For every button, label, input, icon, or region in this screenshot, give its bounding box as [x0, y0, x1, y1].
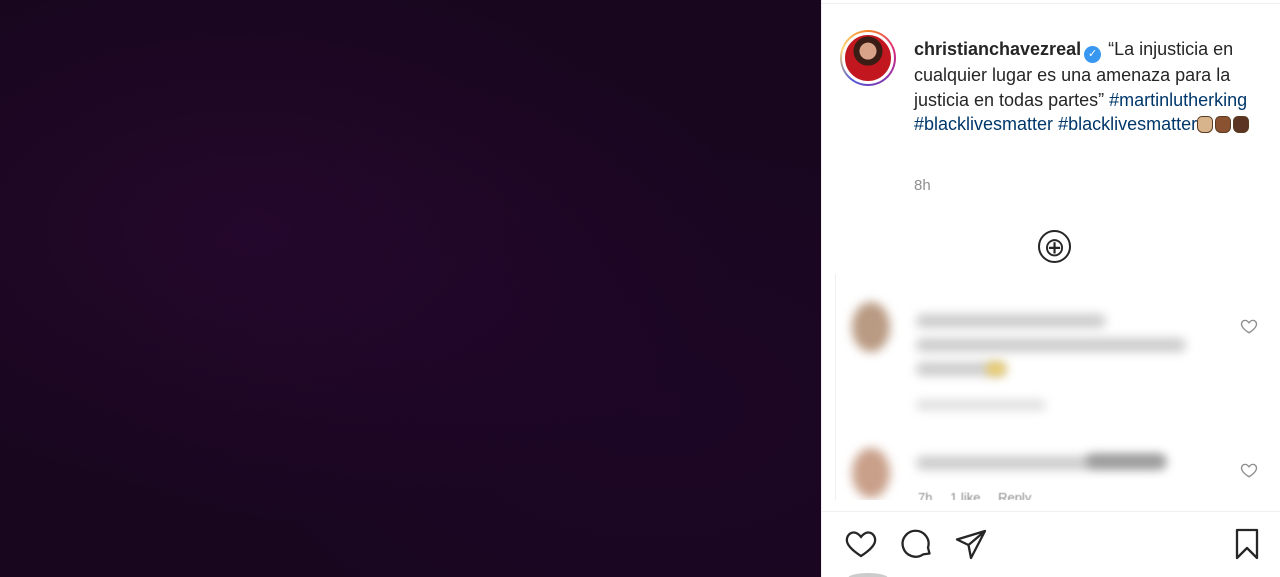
heart-icon[interactable]: [1240, 317, 1258, 335]
comment-time[interactable]: 7h: [918, 490, 932, 500]
caption-username[interactable]: christianchavezreal: [914, 39, 1081, 59]
post-caption: christianchavezreal ✓ “La injusticia en c…: [914, 37, 1259, 137]
avatar[interactable]: [852, 302, 890, 352]
blurred-emoji: [986, 362, 1006, 376]
reply-button[interactable]: Reply: [998, 490, 1031, 500]
raised-fist-icon: [1233, 116, 1250, 133]
blurred-text: [916, 314, 1106, 328]
comment-item: 7h 1 like Reply: [836, 434, 1266, 500]
heart-icon[interactable]: [1240, 461, 1258, 479]
comment-meta: 7h 1 like Reply: [918, 490, 1045, 500]
hashtag-link[interactable]: #martinlutherking: [1109, 90, 1247, 110]
comment-icon[interactable]: [900, 527, 934, 561]
comment-item: [836, 274, 1266, 424]
paper-plane-icon[interactable]: [954, 527, 988, 561]
plus-circle-icon: ⊕: [1043, 231, 1066, 262]
hashtag-link[interactable]: #blacklivesmatter: [1058, 114, 1197, 134]
divider: [822, 511, 1280, 512]
hashtag-link[interactable]: #blacklivesmatter: [914, 114, 1053, 134]
avatar: [848, 573, 888, 577]
raised-fist-icon: [1215, 116, 1232, 133]
raised-fist-icon: [1197, 116, 1214, 133]
divider: [822, 3, 1280, 4]
avatar-image: [842, 32, 894, 84]
heart-icon[interactable]: [844, 527, 878, 561]
verified-badge-icon: ✓: [1084, 46, 1102, 63]
blurred-emoji: [1086, 454, 1166, 468]
comments-list: 7h 1 like Reply: [835, 274, 1280, 500]
post-timestamp[interactable]: 8h: [914, 177, 931, 194]
load-more-comments-button[interactable]: ⊕: [1038, 230, 1071, 263]
blurred-text: [916, 338, 1186, 352]
avatar[interactable]: [852, 448, 890, 498]
blurred-meta: [916, 400, 1046, 410]
caption-avatar[interactable]: [840, 30, 896, 86]
post-side-panel: christianchavezreal ✓ “La injusticia en c…: [821, 0, 1280, 577]
post-media[interactable]: [0, 0, 821, 577]
bookmark-icon[interactable]: [1230, 527, 1264, 561]
comment-likes[interactable]: 1 like: [950, 490, 980, 500]
